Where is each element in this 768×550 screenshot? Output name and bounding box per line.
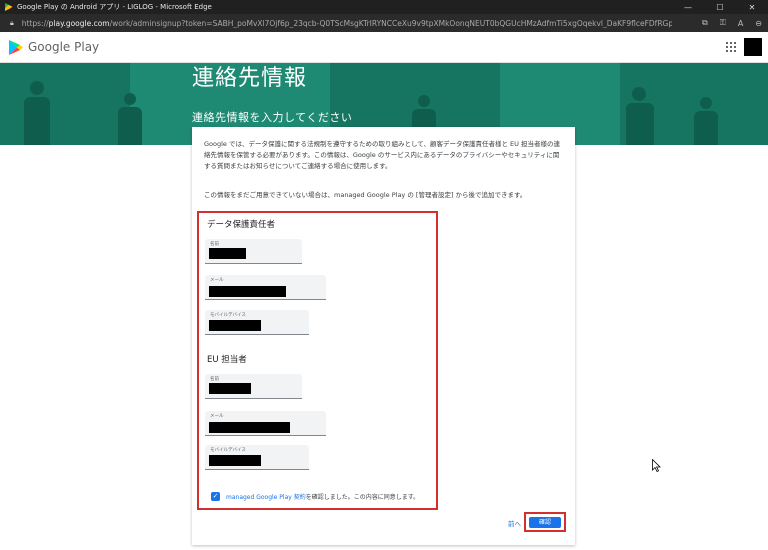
banner-figure (24, 97, 50, 145)
eu-email-field[interactable]: メール (205, 411, 326, 436)
dpo-name-field[interactable]: 名前 (205, 239, 302, 264)
intro-note-text: この情報をまだご用意できていない場合は、managed Google Play … (204, 191, 527, 199)
dpo-section-title: データ保護責任者 (207, 220, 276, 230)
read-aloud-icon[interactable]: ⧉ (702, 18, 708, 28)
redacted-value (209, 383, 251, 394)
address-bar[interactable]: 🔒︎ https://play.google.com/work/adminsig… (0, 14, 768, 32)
field-label: 名前 (210, 242, 219, 247)
dpo-email-field[interactable]: メール (205, 275, 326, 300)
field-label: 名前 (210, 377, 219, 382)
banner-figure (124, 93, 136, 105)
window-titlebar: Google Play の Android アプリ - LIGLOG - Mic… (0, 0, 768, 14)
redacted-value (209, 286, 286, 297)
window-controls: — ☐ ✕ (672, 0, 768, 14)
zoom-icon[interactable]: ⊖ (755, 19, 762, 28)
mouse-cursor-icon (652, 459, 661, 472)
banner-figure (30, 81, 44, 95)
redacted-value (209, 455, 261, 466)
eu-phone-field[interactable]: モバイルデバイス (205, 445, 309, 470)
google-play-header: Google Play (0, 32, 768, 63)
maximize-button[interactable]: ☐ (704, 0, 736, 14)
banner-figure (626, 103, 654, 145)
apps-grid-icon[interactable] (726, 42, 736, 52)
account-avatar[interactable] (744, 38, 762, 56)
browser-tools: ⧉ ⚿ A ⊖ (702, 14, 762, 32)
lock-icon: 🔒︎ (10, 18, 14, 27)
field-label: モバイルデバイス (210, 313, 246, 318)
eu-section-title: EU 担当者 (207, 355, 247, 365)
brand-name[interactable]: Google Play (28, 40, 99, 54)
eu-name-field[interactable]: 名前 (205, 374, 302, 399)
banner-figure (418, 95, 430, 107)
google-play-icon (5, 3, 13, 11)
dpo-phone-field[interactable]: モバイルデバイス (205, 310, 309, 335)
field-label: モバイルデバイス (210, 448, 246, 453)
consent-row: ✓ managed Google Play 契約 を確認しました。この内容に同意… (211, 492, 419, 501)
google-play-logo-icon[interactable] (9, 40, 23, 55)
page-title: 連絡先情報 (192, 66, 308, 91)
page-subtitle: 連絡先情報を入力してください (192, 111, 353, 124)
text-size-icon[interactable]: A (738, 19, 743, 28)
field-label: メール (210, 414, 224, 419)
consent-text: を確認しました。この内容に同意します。 (305, 494, 420, 501)
key-icon[interactable]: ⚿ (720, 18, 726, 28)
consent-checkbox[interactable]: ✓ (211, 492, 220, 501)
back-button[interactable]: 前へ (508, 518, 521, 528)
banner-figure (700, 97, 712, 109)
field-label: メール (210, 278, 224, 283)
window-title: Google Play の Android アプリ - LIGLOG - Mic… (17, 3, 212, 11)
contact-form-card: Google では、データ保護に関する法規制を遵守するための取り組みとして、顧客… (192, 127, 575, 545)
banner-shade (0, 63, 130, 145)
confirm-button[interactable]: 確認 (529, 517, 561, 528)
close-button[interactable]: ✕ (736, 0, 768, 14)
intro-text: Google では、データ保護に関する法規制を遵守するための取り組みとして、顧客… (204, 140, 560, 170)
redacted-value (209, 248, 246, 259)
redacted-value (209, 320, 261, 331)
url-text[interactable]: https://play.google.com/work/adminsignup… (22, 19, 672, 28)
redacted-value (209, 422, 290, 433)
minimize-button[interactable]: — (672, 0, 704, 14)
banner-figure (118, 107, 142, 145)
banner-figure (694, 111, 718, 145)
confirm-highlight-box: 確認 (524, 512, 566, 532)
agreement-link[interactable]: managed Google Play 契約 (226, 492, 306, 501)
banner-figure (632, 87, 646, 101)
